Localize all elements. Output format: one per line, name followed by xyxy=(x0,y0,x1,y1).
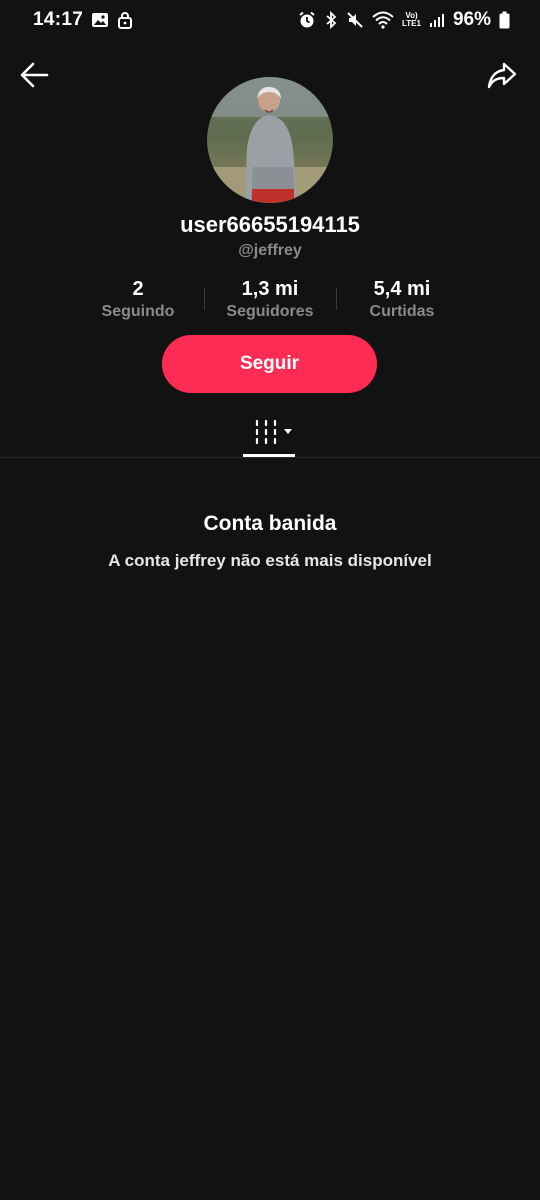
lock-icon xyxy=(117,11,133,29)
tab-divider xyxy=(0,457,540,458)
share-arrow-icon xyxy=(487,62,517,89)
stat-likes[interactable]: 5,4 mi Curtidas xyxy=(332,278,472,321)
stat-label: Seguidores xyxy=(226,303,314,320)
lte-indicator: Vo) LTE1 xyxy=(402,12,421,28)
follow-button[interactable]: Seguir xyxy=(162,335,377,393)
stat-value: 2 xyxy=(132,278,144,300)
profile-stats: 2 Seguindo 1,3 mi Seguidores 5,4 mi Curt… xyxy=(0,278,540,326)
mute-icon xyxy=(346,11,364,29)
battery-icon xyxy=(499,11,510,29)
stat-value: 5,4 mi xyxy=(373,278,431,300)
profile-handle: @jeffrey xyxy=(238,242,302,259)
status-bar: 14:17 Vo) LTE1 96% xyxy=(0,0,540,40)
gallery-icon xyxy=(91,11,109,29)
back-button[interactable] xyxy=(18,59,50,91)
share-button[interactable] xyxy=(486,59,518,91)
banned-title: Conta banida xyxy=(203,512,337,535)
stat-followers[interactable]: 1,3 mi Seguidores xyxy=(200,278,340,321)
wifi-icon xyxy=(372,11,394,29)
signal-icon xyxy=(429,12,445,28)
status-right: Vo) LTE1 96% xyxy=(298,9,510,31)
stat-value: 1,3 mi xyxy=(241,278,299,300)
stat-label: Curtidas xyxy=(369,303,435,320)
stat-following[interactable]: 2 Seguindo xyxy=(68,278,208,321)
tab-videos[interactable] xyxy=(243,415,295,457)
grid-columns-icon xyxy=(255,419,292,445)
profile-screen: 14:17 Vo) LTE1 96% user66655194115 @jeff… xyxy=(0,0,540,1200)
alarm-icon xyxy=(298,11,316,29)
status-left: 14:17 xyxy=(33,9,133,31)
bluetooth-icon xyxy=(324,11,338,29)
arrow-left-icon xyxy=(20,62,49,88)
avatar[interactable] xyxy=(207,77,333,203)
status-time: 14:17 xyxy=(33,9,84,30)
stat-label: Seguindo xyxy=(101,303,175,320)
battery-percent: 96% xyxy=(452,9,491,30)
avatar-photo xyxy=(207,77,333,203)
lte-bottom-label: LTE1 xyxy=(402,19,421,28)
banned-message: A conta jeffrey não está mais disponível xyxy=(108,551,432,570)
caret-down-icon xyxy=(284,429,292,434)
profile-username: user66655194115 xyxy=(180,212,360,237)
